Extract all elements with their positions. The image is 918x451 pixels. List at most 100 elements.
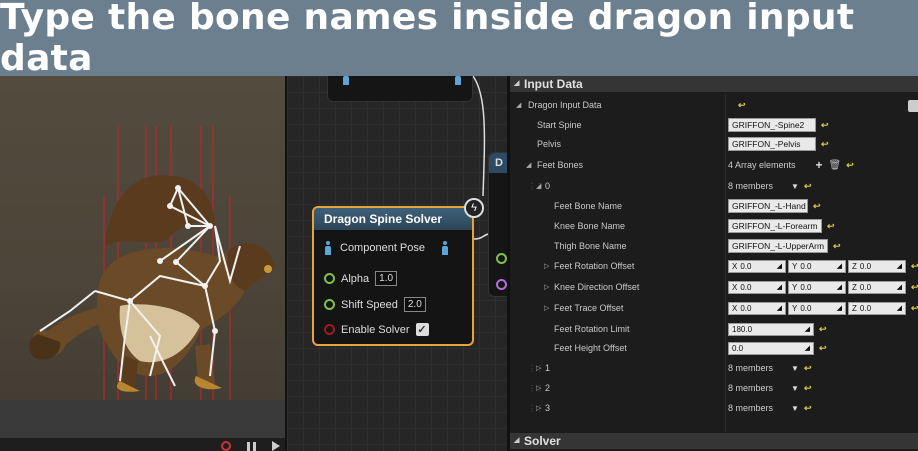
pose-output-icon <box>441 241 449 255</box>
reset-arrow-icon[interactable]: ↩ <box>833 241 841 252</box>
alpha-pin[interactable]: Alpha 1.0 <box>324 271 398 286</box>
float-pin-icon <box>324 273 335 284</box>
dropdown-arrow-icon[interactable]: ▼ <box>791 384 799 393</box>
feet-height-offset-label: Feet Height Offset <box>554 343 627 353</box>
feet-rotation-offset-row: ▷ Feet Rotation Offset X 0.0 ◢ Y 0.0 ◢ Z 0.0 ◢… <box>510 256 918 276</box>
reset-arrow-icon[interactable]: ↩ <box>804 181 812 192</box>
y-field[interactable]: Y 0.0 ◢ <box>788 280 846 294</box>
expand-icon[interactable]: ▷ <box>536 384 541 392</box>
play-icon[interactable] <box>272 441 280 451</box>
expand-icon[interactable]: ▷ <box>544 304 549 312</box>
details-panel: Input Data ◢ Dragon Input Data ↩ Start S… <box>507 76 918 451</box>
knee-bone-name-input[interactable]: GRIFFON_-L-Forearm <box>728 219 822 233</box>
element-index: 1 <box>545 363 551 373</box>
z-field[interactable]: Z 0.0 ◢ <box>848 301 906 315</box>
pelvis-input[interactable]: GRIFFON_-Pelvis <box>728 137 816 151</box>
record-icon[interactable] <box>221 441 231 451</box>
reset-arrow-icon[interactable]: ↩ <box>804 383 812 394</box>
array-element-2-row: ⋮⋮ ▷ 2 8 members ▼ ↩ <box>510 378 918 398</box>
pose-pin-icon <box>324 241 332 255</box>
x-field[interactable]: X 0.0 ◢ <box>728 259 786 273</box>
x-field[interactable]: X 0.0 ◢ <box>728 280 786 294</box>
thigh-bone-name-input[interactable]: GRIFFON_-L-UpperArm <box>728 239 828 253</box>
feet-rotation-limit-input[interactable]: 180.0 ◢ <box>728 322 814 336</box>
element-index: 2 <box>545 383 551 393</box>
dropdown-arrow-icon[interactable]: ▼ <box>791 364 799 373</box>
node-input-pin[interactable] <box>496 253 507 264</box>
enable-solver-pin[interactable]: Enable Solver ✓ <box>324 323 429 336</box>
anim-graph[interactable]: D Dragon Spine Solver ϟ Component Pose A… <box>285 76 507 451</box>
y-field[interactable]: Y 0.0 ◢ <box>788 259 846 273</box>
element-index: 3 <box>545 403 551 413</box>
expand-icon[interactable]: ▷ <box>544 283 549 291</box>
shift-speed-input[interactable]: 2.0 <box>403 297 426 312</box>
start-spine-label: Start Spine <box>537 120 582 130</box>
alpha-label: Alpha <box>341 272 370 285</box>
knee-bone-name-label: Knee Bone Name <box>554 221 626 231</box>
shift-speed-pin[interactable]: Shift Speed 2.0 <box>324 297 426 312</box>
collapse-icon[interactable]: ◢ <box>526 161 531 169</box>
upstream-node[interactable] <box>327 76 473 102</box>
bool-pin-icon <box>324 324 335 335</box>
expand-icon[interactable]: ▷ <box>536 364 541 372</box>
array-element-1-row: ⋮⋮ ▷ 1 8 members ▼ ↩ <box>510 358 918 378</box>
feet-height-offset-row: Feet Height Offset 0.0 ◢ ↩ <box>510 338 918 358</box>
dragon-spine-solver-node[interactable]: Dragon Spine Solver ϟ Component Pose Alp… <box>312 198 484 346</box>
reset-arrow-icon[interactable]: ↩ <box>846 160 854 171</box>
reset-arrow-icon[interactable]: ↩ <box>819 324 827 335</box>
pause-icon[interactable] <box>247 442 256 451</box>
reset-arrow-icon[interactable]: ↩ <box>804 403 812 414</box>
reset-arrow-icon[interactable]: ↩ <box>819 343 827 354</box>
start-spine-input[interactable]: GRIFFON_-Spine2 <box>728 118 816 132</box>
viewport-toolbar <box>0 438 285 451</box>
thigh-bone-name-row: Thigh Bone Name GRIFFON_-L-UpperArm ↩ <box>510 236 918 256</box>
expand-icon[interactable]: ▷ <box>536 404 541 412</box>
array-element-0-row: ⋮⋮ ◢ 0 8 members ▼ ↩ <box>510 176 918 196</box>
node-input-pin[interactable] <box>496 279 507 290</box>
title-banner: Type the bone names inside dragon input … <box>0 0 918 79</box>
enable-solver-label: Enable Solver <box>341 323 410 336</box>
z-field[interactable]: Z 0.0 ◢ <box>848 259 906 273</box>
viewport[interactable] <box>0 76 285 451</box>
members-count: 8 members <box>728 181 774 191</box>
z-field[interactable]: Z 0.0 ◢ <box>848 280 906 294</box>
dropdown-arrow-icon[interactable]: ▼ <box>791 404 799 413</box>
feet-bone-name-input[interactable]: GRIFFON_-L-Hand <box>728 199 808 213</box>
enable-solver-checkbox[interactable]: ✓ <box>415 323 429 336</box>
members-count: 8 members <box>728 363 774 373</box>
collapse-icon[interactable]: ◢ <box>516 101 521 109</box>
collapse-icon[interactable]: ◢ <box>536 182 541 190</box>
dropdown-arrow-icon[interactable]: ▼ <box>791 182 799 191</box>
viewport-floor <box>0 400 285 438</box>
add-element-icon[interactable]: + <box>816 158 823 172</box>
float-pin-icon <box>324 299 335 310</box>
expand-icon[interactable]: ▷ <box>544 262 549 270</box>
y-field[interactable]: Y 0.0 ◢ <box>788 301 846 315</box>
shift-speed-label: Shift Speed <box>341 298 398 311</box>
reset-arrow-icon[interactable]: ↩ <box>911 303 918 314</box>
reset-arrow-icon[interactable]: ↩ <box>813 201 821 212</box>
feet-trace-offset-label: Feet Trace Offset <box>554 303 624 313</box>
reset-arrow-icon[interactable]: ↩ <box>821 139 829 150</box>
feet-height-offset-input[interactable]: 0.0 ◢ <box>728 341 814 355</box>
trash-icon[interactable]: 🗑 <box>829 160 842 171</box>
downstream-node-title: D <box>489 153 507 173</box>
reset-arrow-icon[interactable]: ↩ <box>738 100 746 111</box>
reset-arrow-icon[interactable]: ↩ <box>827 221 835 232</box>
start-spine-row: Start Spine GRIFFON_-Spine2 ↩ <box>510 115 918 135</box>
downstream-node[interactable]: D <box>488 152 507 297</box>
element-index: 0 <box>545 181 551 191</box>
component-pose-pin[interactable]: Component Pose <box>324 241 449 255</box>
reset-arrow-icon[interactable]: ↩ <box>911 282 918 293</box>
reset-arrow-icon[interactable]: ↩ <box>821 120 829 131</box>
reset-arrow-icon[interactable]: ↩ <box>911 261 918 272</box>
dragon-input-data-row: ◢ Dragon Input Data ↩ <box>510 95 918 115</box>
solver-category[interactable]: Solver <box>510 433 918 449</box>
feet-bones-row: ◢ Feet Bones 4 Array elements + 🗑 ↩ <box>510 155 918 175</box>
feet-bone-name-row: Feet Bone Name GRIFFON_-L-Hand ↩ <box>510 196 918 216</box>
reset-arrow-icon[interactable]: ↩ <box>804 363 812 374</box>
alpha-input[interactable]: 1.0 <box>375 271 398 286</box>
feet-trace-offset-row: ▷ Feet Trace Offset X 0.0 ◢ Y 0.0 ◢ Z 0.0 ◢ ↩ <box>510 298 918 318</box>
members-count: 8 members <box>728 383 774 393</box>
x-field[interactable]: X 0.0 ◢ <box>728 301 786 315</box>
